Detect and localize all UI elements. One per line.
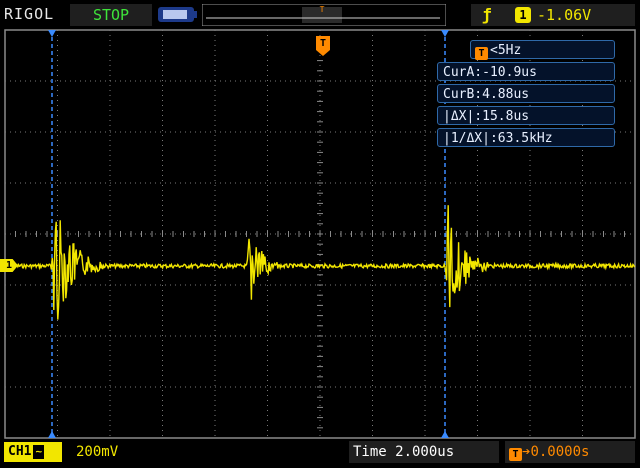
frequency-value: <5Hz: [490, 43, 522, 58]
cursor-a-top-marker: [48, 30, 56, 37]
trigger-icon: T: [475, 47, 488, 60]
cursor-b-readout: CurB:4.88us: [437, 84, 615, 103]
trigger-icon: T: [509, 448, 522, 461]
volts-per-div: 200mV: [76, 444, 119, 460]
ac-coupling-icon: ~: [33, 445, 45, 459]
cursor-a-readout: CurA:-10.9us: [437, 62, 615, 81]
channel1-label: CH1: [8, 444, 32, 459]
cursor-inverse-delta-readout: |1/ΔX|:63.5kHz: [437, 128, 615, 147]
channel1-waveform: [4, 205, 636, 320]
cursor-a-bottom-marker: [48, 431, 56, 438]
cursor-b-top-marker: [441, 30, 449, 37]
timebase[interactable]: Time 2.000us: [349, 441, 499, 463]
cursor-b-bottom-marker: [441, 431, 449, 438]
cursor-delta-readout: |ΔX|:15.8us: [437, 106, 615, 125]
trigger-offset-value: 0.0000s: [530, 444, 590, 460]
channel1-button[interactable]: CH1 ~: [4, 442, 62, 462]
frequency-counter: T <5Hz: [470, 40, 615, 60]
oscilloscope-screen: RIGOL STOP T ƒ 1 -1.06V 1 T T <5Hz CurA:-…: [0, 0, 640, 468]
trigger-offset[interactable]: T ➔0.0000s: [505, 441, 635, 463]
